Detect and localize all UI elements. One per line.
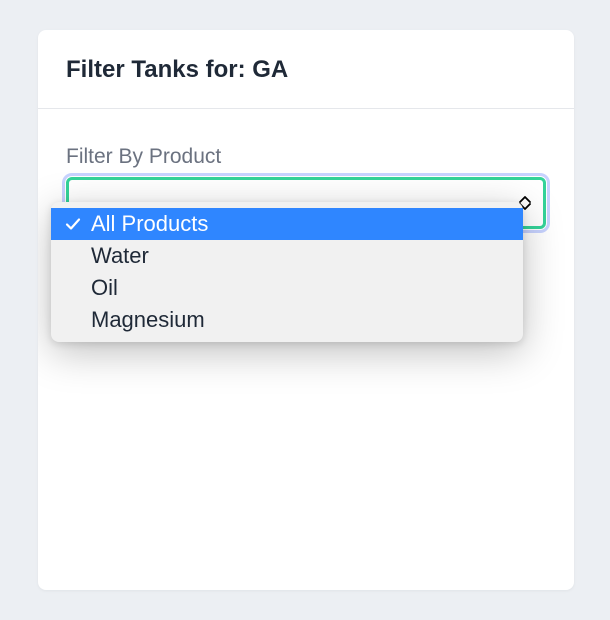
dropdown-item-oil[interactable]: Oil <box>51 272 523 304</box>
dropdown-item-all-products[interactable]: All Products <box>51 208 523 240</box>
dropdown-item-label: Magnesium <box>91 307 511 333</box>
dropdown-item-label: All Products <box>91 211 511 237</box>
product-dropdown-menu: All Products Water Oil Magnesium <box>51 202 523 342</box>
product-select-wrapper: All Products Water Oil Magnesium <box>66 177 546 229</box>
check-icon <box>65 216 81 232</box>
card-title: Filter Tanks for: GA <box>66 56 546 84</box>
dropdown-item-label: Water <box>91 243 511 269</box>
filter-card: Filter Tanks for: GA Filter By Product A… <box>38 30 574 590</box>
check-slot <box>65 216 91 232</box>
dropdown-item-magnesium[interactable]: Magnesium <box>51 304 523 336</box>
product-filter-label: Filter By Product <box>66 145 546 169</box>
dropdown-item-label: Oil <box>91 275 511 301</box>
dropdown-item-water[interactable]: Water <box>51 240 523 272</box>
card-body: Filter By Product All Products <box>38 109 574 257</box>
card-header: Filter Tanks for: GA <box>38 30 574 109</box>
